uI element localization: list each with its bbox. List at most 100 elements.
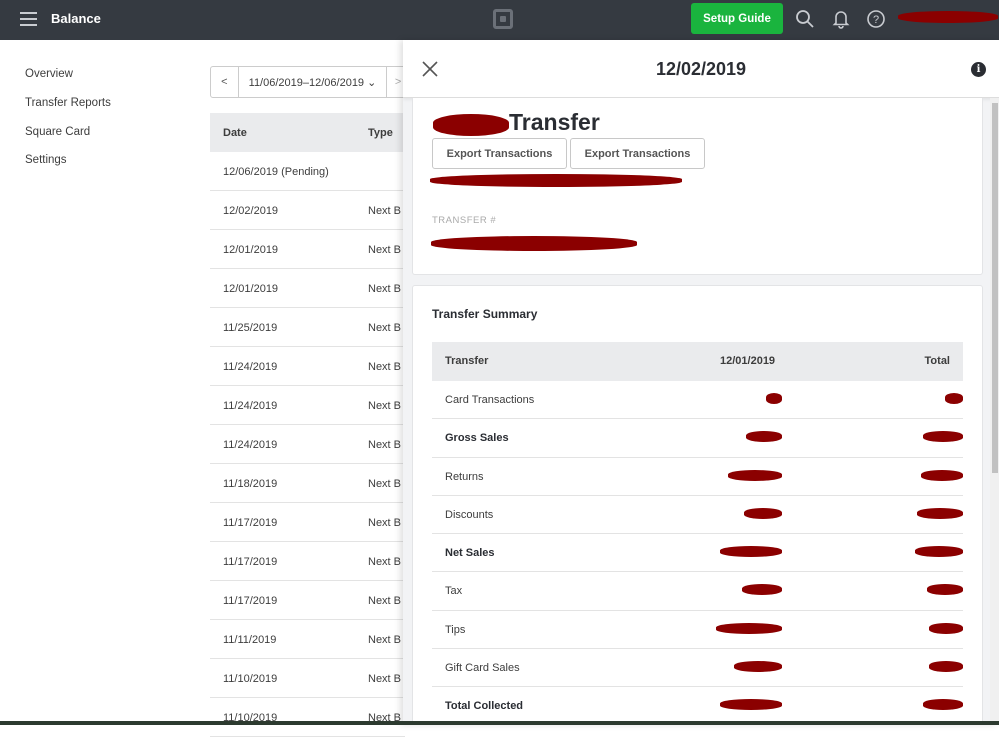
- date-range-dropdown[interactable]: 11/06/2019–12/06/2019 ⌄: [239, 67, 388, 97]
- summary-table: Transfer 12/01/2019 Total Card Transacti…: [432, 342, 963, 725]
- menu-icon[interactable]: [20, 12, 37, 26]
- transfers-table-header: Date Type: [210, 113, 405, 152]
- transfer-type: Next B: [368, 439, 402, 451]
- summary-row: Discounts: [432, 496, 963, 535]
- transfer-number-redacted: [431, 236, 637, 251]
- transfer-row[interactable]: 11/17/2019 Next B: [210, 542, 405, 581]
- export-transactions-button-2[interactable]: Export Transactions: [570, 138, 705, 169]
- summary-row: Tax: [432, 572, 963, 611]
- search-icon[interactable]: [795, 9, 815, 29]
- sidebar-item-transfer-reports[interactable]: Transfer Reports: [25, 97, 111, 109]
- transfer-row[interactable]: 12/01/2019 Next B: [210, 230, 405, 269]
- sidebar-item-overview[interactable]: Overview: [25, 68, 73, 80]
- total-value-redacted: [927, 584, 963, 596]
- summary-row-label: Total Collected: [445, 700, 524, 713]
- summary-row-label: Returns: [445, 470, 484, 483]
- transfer-row[interactable]: 11/10/2019 Next B: [210, 698, 405, 737]
- transfer-date: 12/06/2019 (Pending): [223, 166, 329, 178]
- transfer-date: 12/02/2019: [223, 205, 279, 217]
- sidebar-item-square-card[interactable]: Square Card: [25, 126, 90, 138]
- transfer-date: 11/24/2019: [223, 439, 278, 451]
- transfer-row[interactable]: 11/25/2019 Next B: [210, 308, 405, 347]
- transfer-row[interactable]: 11/18/2019 Next B: [210, 464, 405, 503]
- date-value-redacted: [766, 393, 782, 404]
- summary-row: Total Collected: [432, 687, 963, 725]
- total-value-redacted: [945, 393, 963, 404]
- total-value-redacted: [915, 546, 963, 558]
- date-value-redacted: [744, 507, 782, 519]
- transfer-date: 11/24/2019: [223, 400, 278, 412]
- sidebar-item-settings[interactable]: Settings: [25, 154, 67, 166]
- setup-guide-button[interactable]: Setup Guide: [691, 3, 783, 34]
- help-icon[interactable]: ?: [866, 9, 886, 29]
- column-date[interactable]: Date: [223, 127, 247, 139]
- total-value-redacted: [929, 622, 963, 634]
- bell-icon[interactable]: [831, 9, 851, 29]
- summary-row-label: Tips: [445, 623, 466, 636]
- transfer-type: Next B: [368, 517, 402, 529]
- top-bar: Balance Setup Guide ?: [0, 0, 999, 40]
- export-transactions-button[interactable]: Export Transactions: [432, 138, 567, 169]
- transfer-type: Next B: [368, 205, 402, 217]
- transfer-date: 11/10/2019: [223, 673, 278, 685]
- summary-row: Tips: [432, 611, 963, 650]
- transfer-type: Next B: [368, 244, 402, 256]
- transfer-details-redacted: [430, 174, 682, 187]
- transfer-date: 11/18/2019: [223, 478, 278, 490]
- transfer-row[interactable]: 12/01/2019 Next B: [210, 269, 405, 308]
- transfer-summary-card: Transfer Summary Transfer 12/01/2019 Tot…: [412, 285, 983, 725]
- total-value-redacted: [917, 507, 963, 519]
- transfer-row[interactable]: 11/10/2019 Next B: [210, 659, 405, 698]
- transfer-row[interactable]: 11/17/2019 Next B: [210, 581, 405, 620]
- summary-row-label: Gross Sales: [445, 432, 509, 445]
- date-value-redacted: [734, 661, 782, 673]
- previous-range-button[interactable]: <: [211, 67, 239, 97]
- app-title: Balance: [51, 11, 101, 26]
- transfer-heading: Transfer: [509, 109, 600, 135]
- transfer-type: Next B: [368, 400, 402, 412]
- transfer-row[interactable]: 12/02/2019 Next B: [210, 191, 405, 230]
- transfer-date: 11/17/2019: [223, 517, 278, 529]
- column-transfer: Transfer: [445, 355, 489, 367]
- summary-table-body: Card Transactions Gross Sales Returns Disco…: [432, 381, 963, 725]
- transfer-type: Next B: [368, 556, 402, 568]
- transfer-row[interactable]: 11/24/2019 Next B: [210, 425, 405, 464]
- panel-title: 12/02/2019: [655, 59, 747, 79]
- transfer-date: 11/24/2019: [223, 361, 278, 373]
- transfer-row[interactable]: 11/24/2019 Next B: [210, 386, 405, 425]
- transfer-row[interactable]: 11/17/2019 Next B: [210, 503, 405, 542]
- summary-row-label: Discounts: [445, 508, 494, 521]
- scrollbar-thumb[interactable]: [992, 103, 998, 473]
- transfer-type: Next B: [368, 634, 402, 646]
- business-name-redacted: [433, 114, 509, 136]
- transfer-date: 12/01/2019: [223, 283, 279, 295]
- column-type[interactable]: Type: [368, 127, 393, 139]
- summary-title: Transfer Summary: [432, 307, 538, 321]
- transfer-date: 11/17/2019: [223, 595, 278, 607]
- transfer-row[interactable]: 12/06/2019 (Pending): [210, 152, 405, 191]
- transfer-row[interactable]: 11/24/2019 Next B: [210, 347, 405, 386]
- summary-row: Returns: [432, 458, 963, 496]
- panel-scrollbar[interactable]: [990, 98, 999, 725]
- summary-row-label: Card Transactions: [445, 394, 535, 406]
- date-range-filter: < 11/06/2019–12/06/2019 ⌄ >: [210, 66, 410, 98]
- summary-row: Card Transactions: [432, 381, 963, 420]
- date-value-redacted: [720, 546, 782, 558]
- os-taskbar: [0, 721, 999, 725]
- transfer-date: 11/11/2019: [223, 634, 277, 646]
- summary-table-header: Transfer 12/01/2019 Total: [432, 342, 963, 381]
- account-name-redacted[interactable]: [898, 11, 998, 23]
- date-value-redacted: [716, 622, 782, 634]
- info-icon[interactable]: i: [971, 62, 986, 77]
- transfer-type: Next B: [368, 322, 402, 334]
- summary-row-label: Tax: [445, 585, 463, 598]
- total-value-redacted: [923, 431, 963, 443]
- date-value-redacted: [746, 431, 782, 443]
- transfer-row[interactable]: 11/11/2019 Next B: [210, 620, 405, 659]
- column-date: 12/01/2019: [720, 355, 776, 367]
- date-value-redacted: [720, 699, 782, 711]
- date-value-redacted: [728, 469, 782, 481]
- transfer-date: 12/01/2019: [223, 244, 279, 256]
- square-logo-icon[interactable]: [493, 9, 513, 29]
- summary-row: Gift Card Sales: [432, 649, 963, 688]
